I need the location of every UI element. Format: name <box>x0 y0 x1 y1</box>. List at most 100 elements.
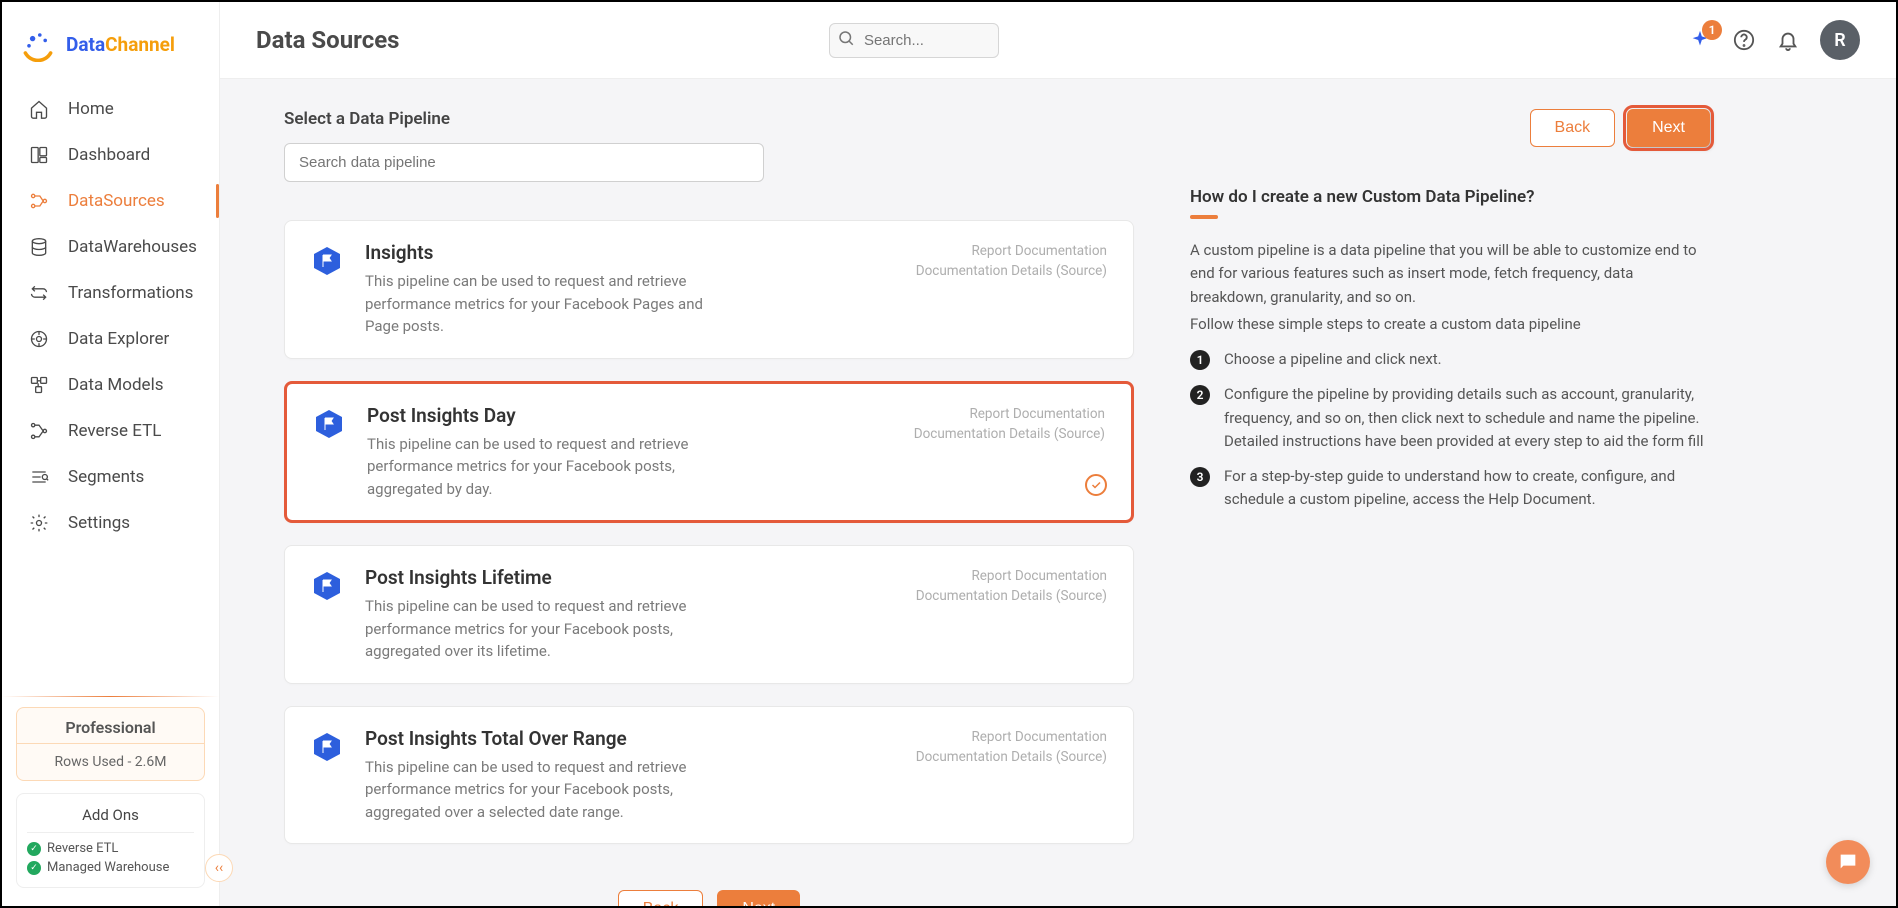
content: Select a Data Pipeline Insights This pip… <box>220 79 1896 906</box>
plan-rows: Rows Used - 2.6M <box>17 744 204 770</box>
flag-hex-icon <box>313 408 345 440</box>
main: Data Sources 1 <box>220 2 1896 906</box>
help-paragraph: Follow these simple steps to create a cu… <box>1190 313 1710 336</box>
sidebar-item-label: Transformations <box>68 283 193 303</box>
wizard-buttons-bottom: Back Next <box>284 890 1134 906</box>
avatar-initial: R <box>1834 30 1845 51</box>
search-icon <box>837 29 855 51</box>
sidebar-item-label: DataSources <box>68 191 165 211</box>
sidebar-item-home[interactable]: Home <box>2 86 219 132</box>
addons-title: Add Ons <box>27 802 194 833</box>
page-title: Data Sources <box>256 26 400 54</box>
pipeline-title: Post Insights Total Over Range <box>365 727 894 750</box>
help-paragraph: A custom pipeline is a data pipeline tha… <box>1190 239 1710 309</box>
flag-hex-icon <box>311 570 343 602</box>
step-badge: 1 <box>1190 350 1210 370</box>
ai-sparkle-button[interactable]: 1 <box>1688 28 1712 52</box>
doc-details-link[interactable]: Documentation Details (Source) <box>916 747 1107 767</box>
step-badge: 3 <box>1190 467 1210 487</box>
help-step: 3 For a step-by-step guide to understand … <box>1190 465 1710 512</box>
sidebar-item-transformations[interactable]: Transformations <box>2 270 219 316</box>
sidebar-item-label: Reverse ETL <box>68 421 161 441</box>
pipeline-title: Post Insights Lifetime <box>365 566 894 589</box>
home-icon <box>28 98 50 120</box>
addon-label: Reverse ETL <box>47 841 118 856</box>
addon-row: ✓ Reverse ETL <box>27 839 194 858</box>
report-doc-link[interactable]: Report Documentation <box>916 241 1107 261</box>
pipeline-card-insights[interactable]: Insights This pipeline can be used to re… <box>284 220 1134 359</box>
addon-row: ✓ Managed Warehouse <box>27 858 194 877</box>
pipeline-title: Post Insights Day <box>367 404 892 427</box>
sidebar-item-label: Data Models <box>68 375 163 395</box>
bell-button[interactable] <box>1776 28 1800 52</box>
sidebar-item-reverseetl[interactable]: Reverse ETL <box>2 408 219 454</box>
step-text: For a step-by-step guide to understand h… <box>1224 465 1710 512</box>
next-button[interactable]: Next <box>717 890 800 906</box>
chat-button[interactable] <box>1826 840 1870 884</box>
check-icon: ✓ <box>27 842 41 856</box>
gear-icon <box>28 512 50 534</box>
flag-hex-icon <box>311 245 343 277</box>
logo-mark-icon <box>20 26 56 62</box>
doc-details-link[interactable]: Documentation Details (Source) <box>914 424 1105 444</box>
help-steps: 1 Choose a pipeline and click next. 2Conf… <box>1190 348 1710 512</box>
help-title: How do I create a new Custom Data Pipeli… <box>1190 187 1710 207</box>
report-doc-link[interactable]: Report Documentation <box>914 404 1105 424</box>
help-button[interactable] <box>1732 28 1756 52</box>
explorer-icon <box>28 328 50 350</box>
sidebar-item-label: DataWarehouses <box>68 237 197 257</box>
sidebar-item-label: Data Explorer <box>68 329 169 349</box>
addons-box: Add Ons ✓ Reverse ETL ✓ Managed Warehous… <box>16 793 205 888</box>
sidebar-item-dashboard[interactable]: Dashboard <box>2 132 219 178</box>
step-text: Configure the pipeline by providing deta… <box>1224 383 1710 453</box>
logo[interactable]: DataChannel <box>2 2 219 86</box>
check-icon: ✓ <box>27 861 41 875</box>
report-doc-link[interactable]: Report Documentation <box>916 727 1107 747</box>
pipeline-list: Insights This pipeline can be used to re… <box>284 220 1134 844</box>
sidebar-item-datasources[interactable]: DataSources <box>2 178 219 224</box>
help-underline <box>1190 215 1218 219</box>
pipeline-card-post-insights-lifetime[interactable]: Post Insights Lifetime This pipeline can… <box>284 545 1134 684</box>
doc-details-link[interactable]: Documentation Details (Source) <box>916 586 1107 606</box>
pipeline-title: Insights <box>365 241 894 264</box>
step-text: Choose a pipeline and click next. <box>1224 348 1442 371</box>
sidebar-item-settings[interactable]: Settings <box>2 500 219 546</box>
sidebar-item-label: Settings <box>68 513 130 533</box>
pipeline-card-post-insights-day[interactable]: Post Insights Day This pipeline can be u… <box>284 381 1134 524</box>
flag-hex-icon <box>311 731 343 763</box>
sidebar-item-label: Segments <box>68 467 144 487</box>
selected-check-icon <box>1085 474 1107 496</box>
sidebar-item-datawarehouses[interactable]: DataWarehouses <box>2 224 219 270</box>
doc-details-link[interactable]: Documentation Details (Source) <box>916 261 1107 281</box>
pipeline-card-post-insights-range[interactable]: Post Insights Total Over Range This pipe… <box>284 706 1134 845</box>
sidebar-item-datamodels[interactable]: Data Models <box>2 362 219 408</box>
logo-text: DataChannel <box>66 33 175 56</box>
avatar[interactable]: R <box>1820 20 1860 60</box>
next-button[interactable]: Next <box>1627 109 1710 147</box>
plan-box[interactable]: Professional Rows Used - 2.6M <box>16 707 205 781</box>
datasources-icon <box>28 190 50 212</box>
global-search <box>829 23 999 58</box>
notification-badge: 1 <box>1702 20 1722 40</box>
pipeline-search-input[interactable] <box>284 143 764 182</box>
sidebar-item-segments[interactable]: Segments <box>2 454 219 500</box>
sidebar-item-dataexplorer[interactable]: Data Explorer <box>2 316 219 362</box>
reverseetl-icon <box>28 420 50 442</box>
wizard-buttons-top: Back Next <box>1190 109 1710 147</box>
select-pipeline-label: Select a Data Pipeline <box>284 109 1134 129</box>
report-doc-link[interactable]: Report Documentation <box>916 566 1107 586</box>
help-step: 2Configure the pipeline by providing det… <box>1190 383 1710 453</box>
topbar: Data Sources 1 <box>220 2 1896 79</box>
back-button[interactable]: Back <box>618 890 704 906</box>
addon-label: Managed Warehouse <box>47 860 169 875</box>
segments-icon <box>28 466 50 488</box>
transform-icon <box>28 282 50 304</box>
pipeline-desc: This pipeline can be used to request and… <box>365 756 705 824</box>
sidebar-item-label: Home <box>68 99 114 119</box>
pipeline-desc: This pipeline can be used to request and… <box>367 433 707 501</box>
back-button[interactable]: Back <box>1530 109 1616 147</box>
models-icon <box>28 374 50 396</box>
plan-title: Professional <box>17 718 204 744</box>
dashboard-icon <box>28 144 50 166</box>
help-step: 1 Choose a pipeline and click next. <box>1190 348 1710 371</box>
